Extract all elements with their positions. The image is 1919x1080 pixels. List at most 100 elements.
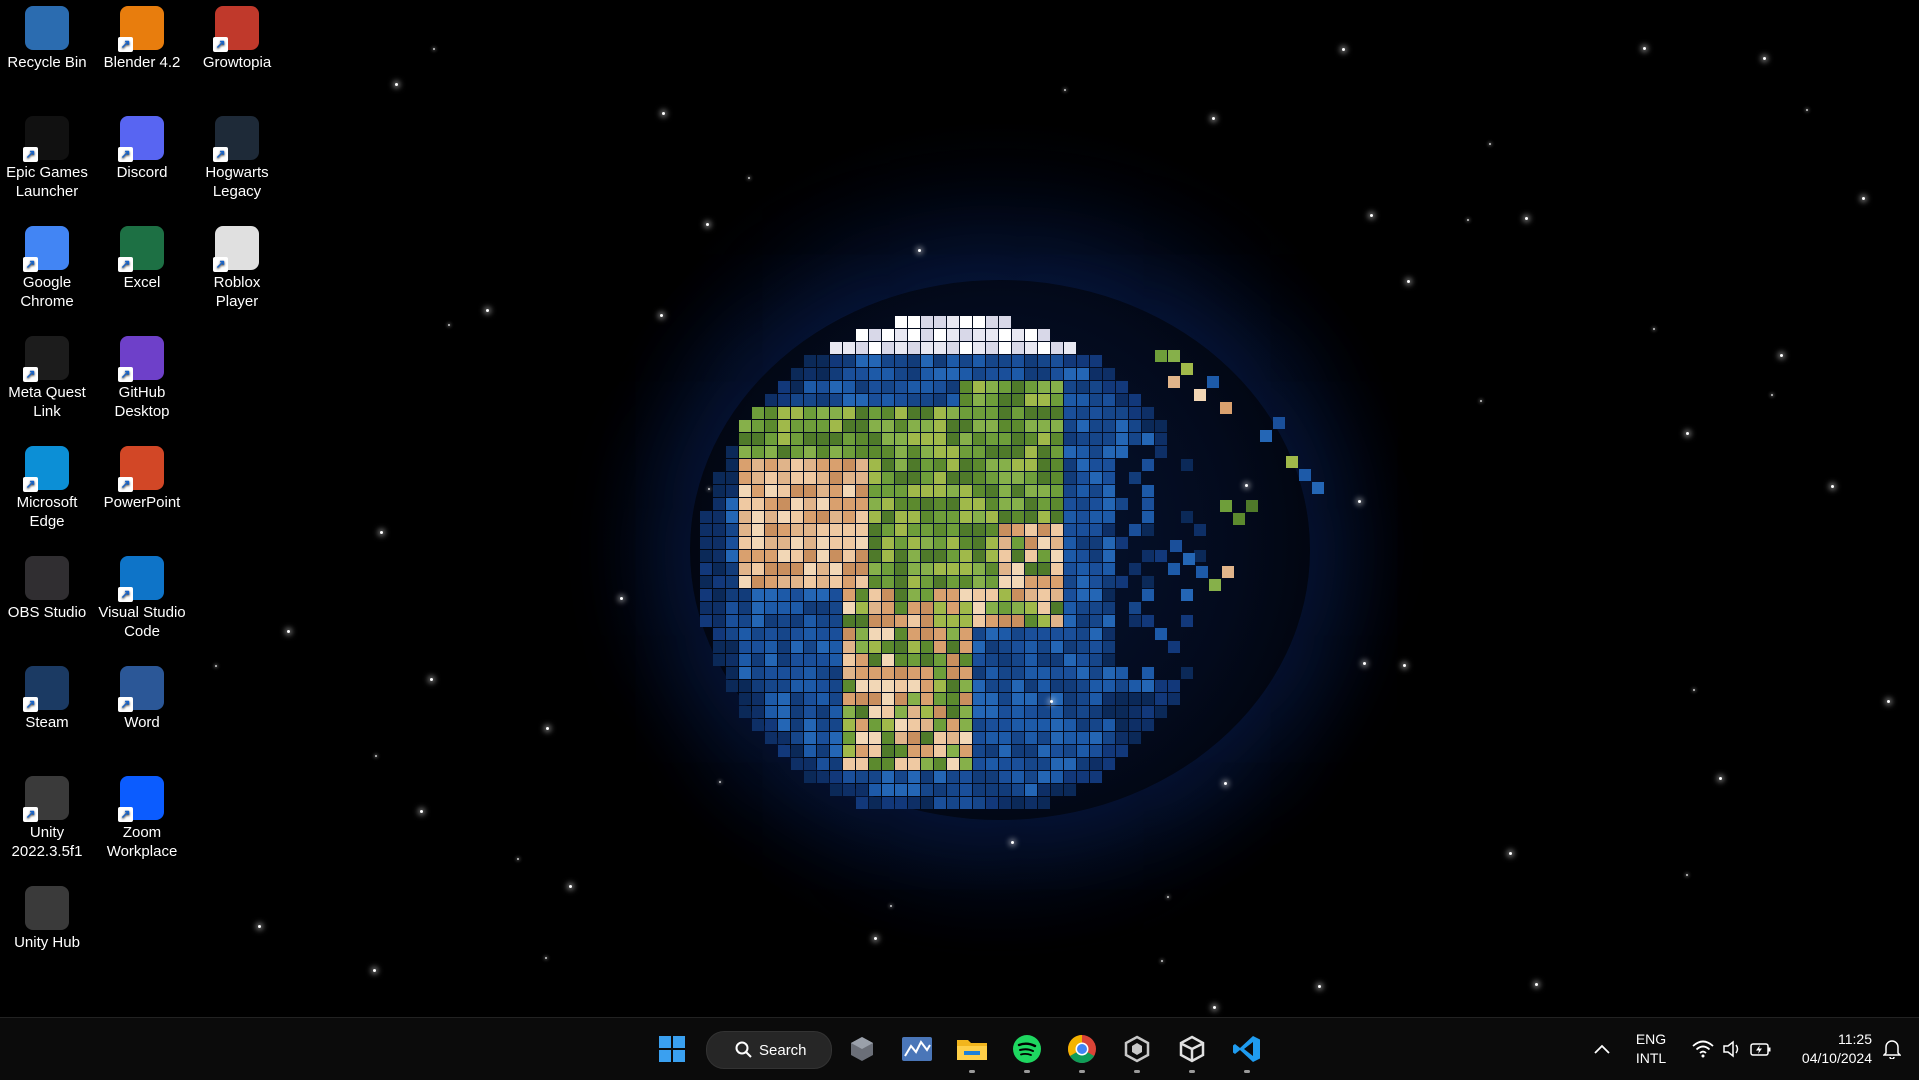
earth-pixel: [713, 615, 725, 627]
earth-pixel: [791, 511, 803, 523]
earth-pixel: [869, 797, 881, 809]
star: [569, 885, 572, 888]
earth-pixel: [921, 771, 933, 783]
earth-pixel: [1090, 355, 1102, 367]
earth-pixel: [947, 407, 959, 419]
earth-pixel: [973, 719, 985, 731]
desktop-icon-github-desktop[interactable]: ↗ GitHub Desktop: [96, 336, 188, 421]
earth-pixel: [869, 511, 881, 523]
earth-pixel: [947, 394, 959, 406]
earth-pixel: [817, 459, 829, 471]
desktop-icon-unity[interactable]: ↗ Unity 2022.3.5f1: [1, 776, 93, 861]
earth-pixel: [817, 550, 829, 562]
shortcut-arrow-icon: ↗: [118, 477, 133, 492]
desktop-icon-edge[interactable]: ↗ Microsoft Edge: [1, 446, 93, 531]
earth-pixel: [999, 355, 1011, 367]
desktop-icon-powerpoint[interactable]: ↗ PowerPoint: [96, 446, 188, 512]
desktop-icon-obs-studio[interactable]: OBS Studio: [1, 556, 93, 622]
desktop-icon-vscode[interactable]: ↗ Visual Studio Code: [96, 556, 188, 641]
earth-pixel: [1012, 524, 1024, 536]
taskbar-file-explorer[interactable]: [950, 1027, 994, 1073]
desktop-icon-roblox[interactable]: ↗ Roblox Player: [191, 226, 283, 311]
earth-pixel: [856, 667, 868, 679]
earth-pixel: [778, 654, 790, 666]
earth-pixel: [947, 368, 959, 380]
earth-pixel: [934, 602, 946, 614]
earth-pixel: [934, 355, 946, 367]
notifications-button[interactable]: [1874, 1027, 1910, 1071]
desktop-icon-zoom[interactable]: ↗ Zoom Workplace: [96, 776, 188, 861]
earth-pixel: [1103, 485, 1115, 497]
earth-pixel: [986, 628, 998, 640]
earth-pixel: [999, 784, 1011, 796]
clock[interactable]: 11:25 04/10/2024: [1784, 1030, 1872, 1068]
earth-pixel: [817, 771, 829, 783]
taskbar-unity-editor[interactable]: [1170, 1027, 1214, 1073]
earth-pixel: [882, 563, 894, 575]
desktop-icon-growtopia[interactable]: ↗ Growtopia: [191, 6, 283, 72]
taskbar-search[interactable]: Search: [706, 1031, 832, 1069]
desktop-icon-steam[interactable]: ↗ Steam: [1, 666, 93, 732]
earth-pixel: [908, 758, 920, 770]
earth-pixel: [895, 511, 907, 523]
taskbar-stocks[interactable]: [895, 1027, 939, 1071]
earth-pixel: [882, 329, 894, 341]
desktop-icon-recycle-bin[interactable]: Recycle Bin: [1, 6, 93, 72]
star: [1887, 700, 1890, 703]
earth-pixel: [1142, 576, 1154, 588]
earth-pixel: [1038, 524, 1050, 536]
earth-pixel: [1103, 420, 1115, 432]
taskbar-unity[interactable]: [840, 1027, 884, 1071]
desktop-icon-discord[interactable]: ↗ Discord: [96, 116, 188, 182]
earth-pixel: [908, 355, 920, 367]
earth-pixel: [960, 602, 972, 614]
desktop-icon-blender[interactable]: ↗ Blender 4.2: [96, 6, 188, 72]
desktop-icon-word[interactable]: ↗ Word: [96, 666, 188, 732]
earth-pixel: [1064, 615, 1076, 627]
star: [719, 781, 721, 783]
earth-fragment-pixel: [1220, 402, 1232, 414]
earth-pixel: [830, 394, 842, 406]
earth-pixel: [947, 459, 959, 471]
earth-pixel: [1077, 472, 1089, 484]
earth-pixel: [934, 394, 946, 406]
star: [890, 905, 892, 907]
taskbar-chrome[interactable]: [1060, 1027, 1104, 1073]
earth-pixel: [960, 342, 972, 354]
start-button[interactable]: [650, 1027, 694, 1071]
earth-pixel: [986, 524, 998, 536]
show-hidden-icons-button[interactable]: [1582, 1027, 1622, 1071]
earth-pixel: [1064, 420, 1076, 432]
earth-pixel: [986, 498, 998, 510]
earth-pixel: [882, 706, 894, 718]
earth-pixel: [739, 641, 751, 653]
earth-pixel: [1012, 628, 1024, 640]
earth-pixel: [817, 394, 829, 406]
desktop-icon-unity-hub[interactable]: Unity Hub: [1, 886, 93, 952]
earth-pixel: [1077, 446, 1089, 458]
earth-pixel: [726, 524, 738, 536]
earth-pixel: [856, 706, 868, 718]
desktop-icon-chrome[interactable]: ↗ Google Chrome: [1, 226, 93, 311]
quick-settings-button[interactable]: [1682, 1027, 1782, 1071]
earth-pixel: [986, 576, 998, 588]
earth-pixel: [1090, 576, 1102, 588]
language-indicator[interactable]: ENG INTL: [1628, 1030, 1674, 1068]
star: [662, 112, 665, 115]
taskbar-vscode[interactable]: [1225, 1027, 1269, 1073]
earth-pixel: [869, 667, 881, 679]
desktop-icon-excel[interactable]: ↗ Excel: [96, 226, 188, 292]
taskbar-unity-hub[interactable]: [1115, 1027, 1159, 1073]
earth-pixel: [934, 784, 946, 796]
taskbar-spotify[interactable]: [1005, 1027, 1049, 1073]
earth-pixel: [1025, 797, 1037, 809]
earth-pixel: [947, 329, 959, 341]
desktop-icon-epic-games[interactable]: ↗ Epic Games Launcher: [1, 116, 93, 201]
earth-pixel: [739, 459, 751, 471]
shortcut-arrow-icon: ↗: [118, 367, 133, 382]
desktop-icon-hogwarts-legacy[interactable]: ↗ Hogwarts Legacy: [191, 116, 283, 201]
desktop-icon-meta-quest[interactable]: ↗ Meta Quest Link: [1, 336, 93, 421]
earth-pixel: [947, 745, 959, 757]
earth-pixel: [882, 407, 894, 419]
epic-games-icon: ↗: [23, 116, 69, 162]
